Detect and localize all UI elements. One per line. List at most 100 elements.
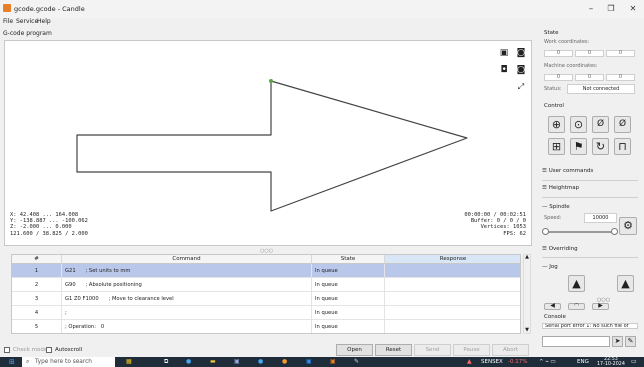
- jog-y-plus-icon[interactable]: ▲: [568, 275, 585, 292]
- status-label: Status:: [544, 86, 562, 92]
- firefox-icon[interactable]: ●: [282, 358, 287, 366]
- paint-icon[interactable]: ✎: [354, 358, 359, 366]
- autoscroll-label: Autoscroll: [55, 347, 83, 353]
- cube-iso-icon[interactable]: ◙: [516, 65, 526, 75]
- jog-x-plus-icon[interactable]: ▶: [592, 303, 609, 310]
- autoscroll-checkbox[interactable]: [46, 347, 52, 353]
- machine-coords-label: Machine coordinates:: [544, 63, 598, 69]
- spindle-toggle-icon[interactable]: ⚙: [619, 217, 637, 235]
- render-info: 00:00:00 / 00:02:51 Buffer: 0 / 0 / 0 Vert…: [464, 212, 526, 237]
- edge-icon[interactable]: ●: [186, 358, 191, 366]
- jog-stop-icon[interactable]: ◠: [568, 303, 585, 310]
- stock-trend-icon: ▲: [467, 358, 472, 365]
- store-icon[interactable]: ▣: [234, 358, 240, 366]
- abort-button[interactable]: Abort: [492, 344, 529, 356]
- machine-y-field: 0: [575, 74, 604, 81]
- safe-position-icon[interactable]: ⚑: [570, 138, 587, 155]
- console-command-input[interactable]: [542, 336, 610, 347]
- collapse-icon: ☰: [542, 168, 549, 174]
- machine-z-field: 0: [606, 74, 635, 81]
- start-menu-icon[interactable]: ⊞: [9, 358, 15, 366]
- candle-app-icon: [3, 4, 11, 12]
- spindle-header[interactable]: — Spindle: [542, 204, 570, 210]
- file-explorer-icon[interactable]: ▬: [210, 358, 216, 366]
- send-command-icon[interactable]: ➤: [612, 336, 623, 347]
- fit-view-icon[interactable]: ⤢: [516, 82, 526, 92]
- jog-z-plus-icon[interactable]: ▲: [617, 275, 634, 292]
- home-probe-icon[interactable]: ⊙: [570, 116, 587, 133]
- clear-console-icon[interactable]: ✎: [625, 336, 636, 347]
- right-panel: State Work coordinates: 0 0 0 Machine co…: [539, 27, 644, 357]
- jog-header[interactable]: — Jog: [542, 264, 558, 270]
- candle-taskbar-icon[interactable]: ▣: [330, 358, 336, 366]
- widgets-icon[interactable]: ▦: [126, 358, 132, 366]
- table-row[interactable]: 3 G1 Z0 F1000 ; Move to clearance level …: [12, 292, 520, 306]
- fps-info: FPS: 62: [503, 230, 526, 237]
- scroll-down-icon[interactable]: ▼: [524, 327, 530, 333]
- speed-input[interactable]: 10000: [584, 213, 617, 223]
- row-response: [385, 306, 520, 320]
- gcode-table[interactable]: # Command State Response 1 G21 ; Set uni…: [11, 254, 521, 334]
- send-button[interactable]: Send: [414, 344, 451, 356]
- header-command[interactable]: Command: [62, 255, 312, 264]
- header-state[interactable]: State: [312, 255, 385, 264]
- zero-xy-icon[interactable]: Ø: [592, 116, 609, 133]
- gcode-3d-viewport[interactable]: ▣ ◙ ◘ ◙ ⤢ X: 42.408 ... 164.008 Y: -138.8…: [4, 40, 532, 246]
- language-indicator[interactable]: ENG: [577, 358, 589, 366]
- check-mode-checkbox[interactable]: [4, 347, 10, 353]
- menu-bar: File Service Help: [0, 18, 644, 27]
- table-row[interactable]: 5 ; Operation: 0 In queue: [12, 320, 520, 333]
- table-row[interactable]: 4 ; In queue: [12, 306, 520, 320]
- overriding-header[interactable]: ☰ Overriding: [542, 246, 578, 252]
- task-view-icon[interactable]: ⧉: [164, 358, 168, 366]
- table-row[interactable]: 1 G21 ; Set units to mm In queue: [12, 264, 520, 278]
- user-commands-label: User commands: [548, 168, 594, 174]
- speed-slider-min-handle[interactable]: [542, 228, 549, 235]
- menu-help[interactable]: Help: [37, 18, 51, 25]
- close-button[interactable]: ✕: [624, 3, 642, 15]
- divider: [542, 180, 638, 181]
- menu-file[interactable]: File: [3, 18, 13, 25]
- clock-date: 17-10-2024: [597, 362, 625, 367]
- user-commands-header[interactable]: ☰ User commands: [542, 168, 593, 174]
- header-response[interactable]: Response: [385, 255, 520, 264]
- tray-icons[interactable]: ^ ⌁ ▭: [539, 358, 556, 366]
- work-y-field: 0: [575, 50, 604, 57]
- speed-slider-track[interactable]: [544, 231, 616, 233]
- settings-app-icon[interactable]: ●: [258, 358, 263, 366]
- reset-icon[interactable]: ↻: [592, 138, 609, 155]
- speed-slider-handle[interactable]: [611, 228, 618, 235]
- heightmap-header[interactable]: ☰ Heightmap: [542, 185, 579, 191]
- maximize-button[interactable]: ❐: [602, 3, 620, 15]
- row-command: G21 ; Set units to mm: [62, 264, 312, 278]
- machine-x-field: 0: [544, 74, 573, 81]
- open-button[interactable]: Open: [336, 344, 373, 356]
- title-bar: gcode.gcode - Candle – ❐ ✕: [0, 0, 644, 18]
- bounds-info: X: 42.408 ... 164.008 Y: -138.887 ... -10…: [10, 212, 88, 237]
- unlock-icon[interactable]: ⊓: [614, 138, 631, 155]
- header-num[interactable]: #: [12, 255, 62, 264]
- cube-top-icon[interactable]: ▣: [499, 48, 509, 58]
- work-z-field: 0: [606, 50, 635, 57]
- cube-left-icon[interactable]: ◘: [499, 65, 509, 75]
- table-row[interactable]: 2 G90 ; Absolute positioning In queue: [12, 278, 520, 292]
- zero-z-icon[interactable]: Ø: [614, 116, 631, 133]
- pause-button[interactable]: Pause: [453, 344, 490, 356]
- cube-front-icon[interactable]: ◙: [516, 48, 526, 58]
- zoom-probe-icon[interactable]: ⊕: [548, 116, 565, 133]
- reset-button[interactable]: Reset: [375, 344, 412, 356]
- restore-origin-icon[interactable]: ⊞: [548, 138, 565, 155]
- jog-x-minus-icon[interactable]: ◀: [544, 303, 561, 310]
- row-command: G90 ; Absolute positioning: [62, 278, 312, 292]
- outlook-icon[interactable]: ▣: [306, 358, 312, 366]
- taskbar-search-box[interactable]: ⌕ Type here to search: [22, 357, 115, 367]
- clock[interactable]: 22:53 17-10-2024: [597, 357, 625, 367]
- minimize-button[interactable]: –: [582, 3, 600, 15]
- search-placeholder: Type here to search: [35, 359, 92, 365]
- console-title: Console: [544, 314, 566, 320]
- menu-service[interactable]: Service: [16, 18, 38, 25]
- notifications-icon[interactable]: ▭: [631, 358, 637, 366]
- stock-name[interactable]: SENSEX: [481, 358, 503, 366]
- scroll-up-icon[interactable]: ▲: [524, 254, 530, 260]
- table-scrollbar[interactable]: ▲ ▼: [523, 254, 531, 334]
